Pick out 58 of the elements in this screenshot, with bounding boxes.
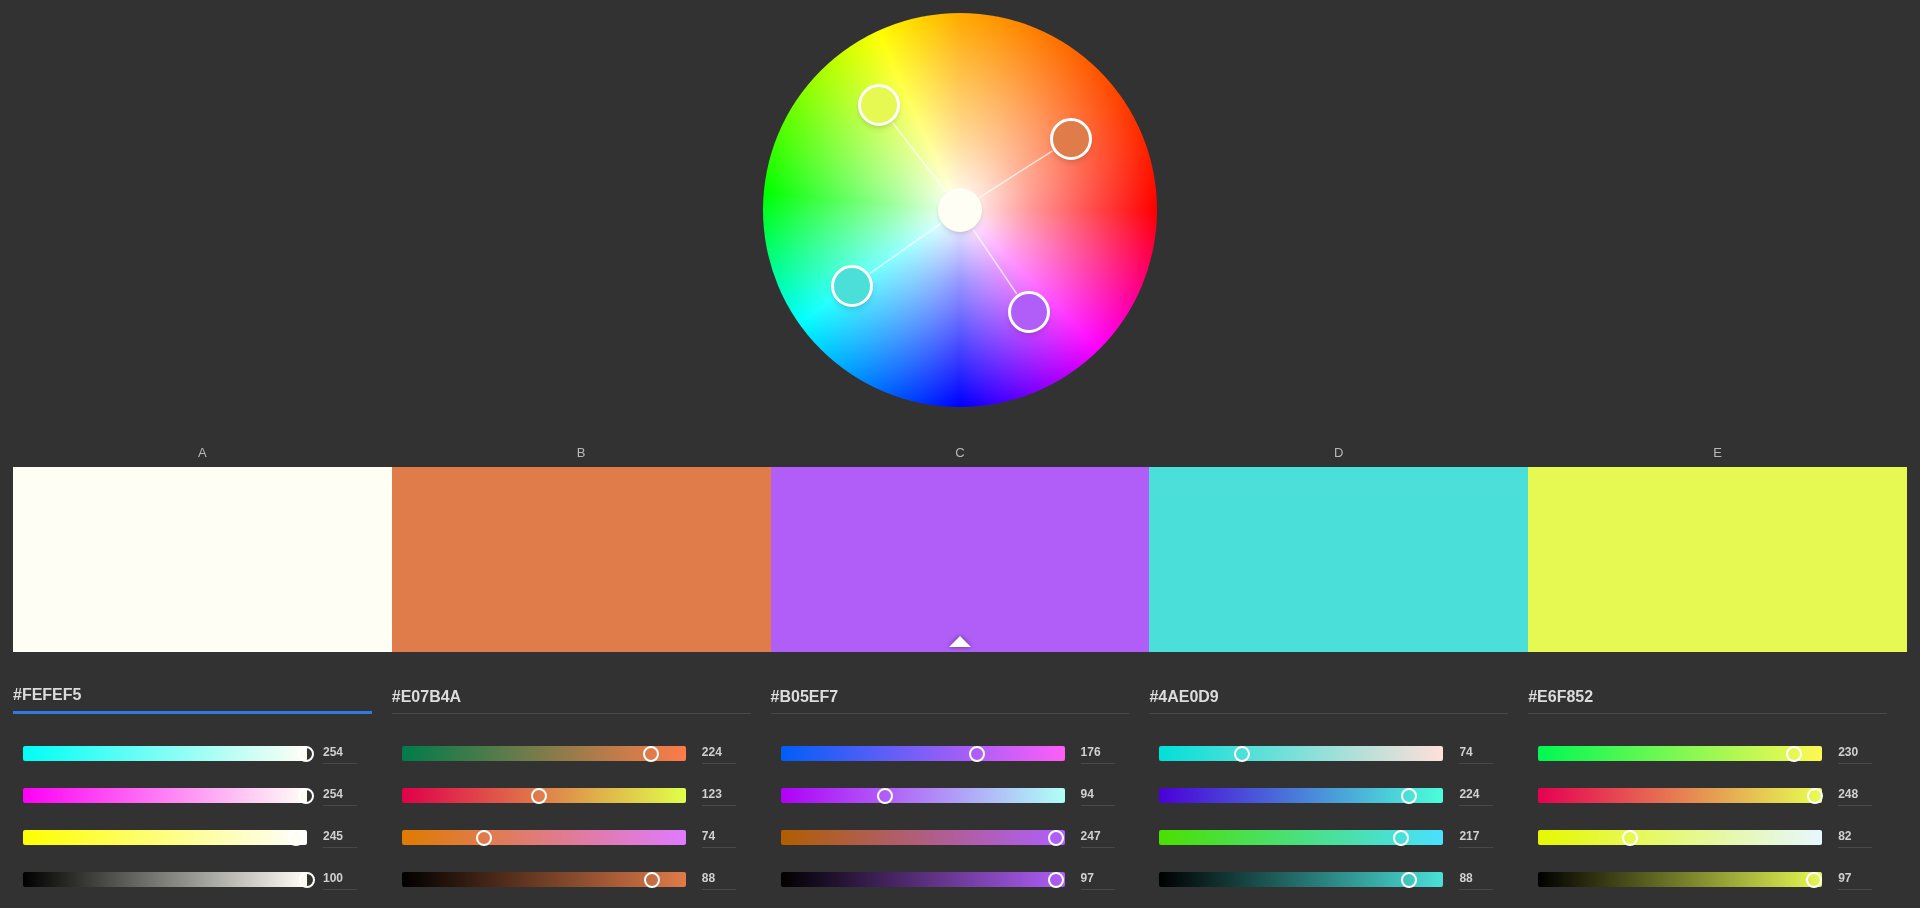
color-swatch[interactable] xyxy=(13,467,392,652)
slider-thumb[interactable] xyxy=(1621,829,1638,846)
hex-field[interactable]: #FEFEF5 xyxy=(13,686,372,714)
slider-thumb[interactable] xyxy=(1806,787,1823,804)
slider-thumb[interactable] xyxy=(297,745,314,762)
slider-thumb[interactable] xyxy=(643,745,660,762)
color-swatch[interactable] xyxy=(1149,467,1529,652)
slider-thumb[interactable] xyxy=(1233,745,1250,762)
slider-thumb[interactable] xyxy=(1400,787,1417,804)
swatch-label: C xyxy=(955,444,965,462)
slider-thumb[interactable] xyxy=(530,787,547,804)
slider-value: 74 xyxy=(701,827,736,848)
swatch-label: A xyxy=(198,444,207,462)
slider-thumb[interactable] xyxy=(1401,871,1418,888)
slider-value: 123 xyxy=(701,785,736,806)
swatch-label: E xyxy=(1713,444,1722,462)
swatch-label: D xyxy=(1334,444,1344,462)
slider-value: 97 xyxy=(1838,869,1873,890)
slider-value: 254 xyxy=(323,743,357,764)
slider-thumb[interactable] xyxy=(1047,829,1064,846)
slider-value: 224 xyxy=(701,743,736,764)
hex-field[interactable]: #E07B4A xyxy=(391,686,751,714)
slider-value: 94 xyxy=(1080,785,1115,806)
slider-thumb[interactable] xyxy=(877,787,894,804)
connector-line xyxy=(891,121,947,193)
slider-value: 254 xyxy=(323,785,357,806)
slider-value: 224 xyxy=(1459,785,1494,806)
slider-thumb[interactable] xyxy=(1786,745,1803,762)
swatch-label: B xyxy=(576,444,586,462)
slider-thumb[interactable] xyxy=(968,745,985,762)
slider-value: 97 xyxy=(1080,869,1115,890)
slider-thumb[interactable] xyxy=(297,787,314,804)
slider-thumb[interactable] xyxy=(1393,829,1410,846)
slider-value: 100 xyxy=(323,869,357,890)
slider-value: 217 xyxy=(1459,827,1494,848)
slider-value: 88 xyxy=(701,869,736,890)
slider-value: 245 xyxy=(323,827,357,848)
slider-value: 74 xyxy=(1459,743,1494,764)
slider-thumb[interactable] xyxy=(299,871,315,888)
slider-value: 230 xyxy=(1838,743,1873,764)
slider-thumb[interactable] xyxy=(1048,871,1065,888)
hex-field[interactable]: #B05EF7 xyxy=(770,686,1130,714)
slider-value: 176 xyxy=(1080,743,1115,764)
selected-triangle-icon xyxy=(949,636,971,647)
color-swatch[interactable] xyxy=(391,467,771,652)
hex-field[interactable]: #4AE0D9 xyxy=(1149,686,1509,714)
slider-thumb[interactable] xyxy=(287,829,304,846)
slider-value: 88 xyxy=(1459,869,1494,890)
slider-thumb[interactable] xyxy=(643,871,660,888)
slider-thumb[interactable] xyxy=(476,829,493,846)
slider-thumb[interactable] xyxy=(1805,871,1822,888)
color-swatch[interactable] xyxy=(770,467,1150,652)
slider-value: 248 xyxy=(1838,785,1873,806)
hex-field[interactable]: #E6F852 xyxy=(1528,686,1887,714)
slider-value: 82 xyxy=(1838,827,1873,848)
color-swatch[interactable] xyxy=(1528,467,1907,652)
connector-line xyxy=(972,228,1018,295)
slider-value: 247 xyxy=(1080,827,1115,848)
